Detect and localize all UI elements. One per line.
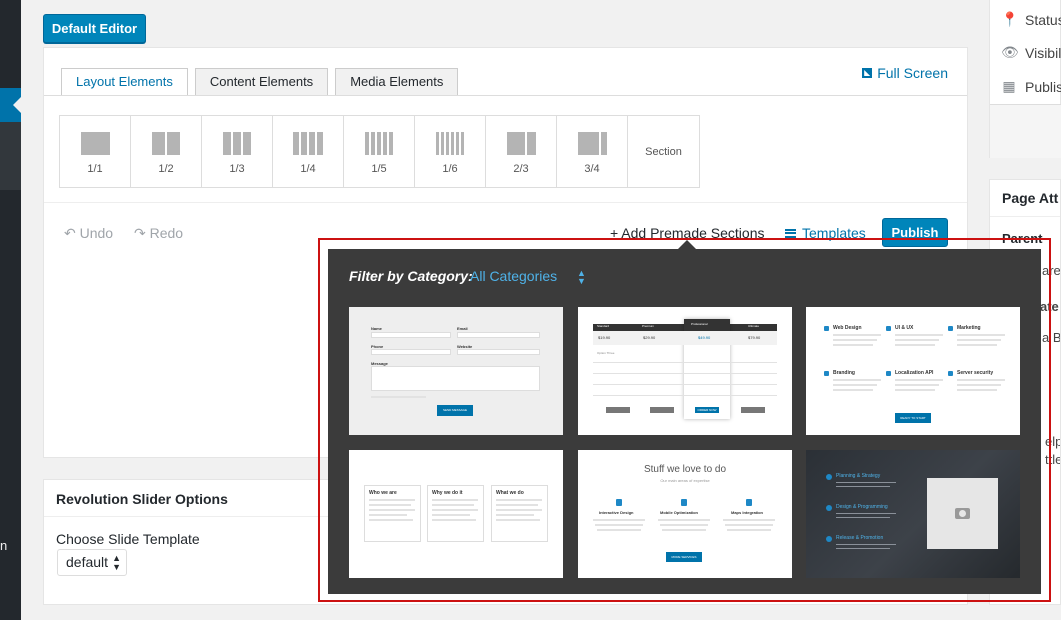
tab-media-elements[interactable]: Media Elements — [335, 68, 459, 96]
layout-label: 1/6 — [442, 163, 458, 175]
toolbar-divider — [44, 202, 967, 203]
layout-label: 1/5 — [371, 163, 387, 175]
publish-box-footer — [990, 104, 1061, 158]
choose-template-label: Choose Slide Template — [56, 531, 200, 547]
fullscreen-icon — [862, 68, 873, 78]
page-attributes-divider — [990, 216, 1060, 217]
pin-icon: 📍 — [1001, 11, 1019, 27]
layout-1-1[interactable]: 1/1 — [60, 116, 131, 187]
undo-icon: ↶ — [64, 225, 80, 241]
redo-button[interactable]: ↷ Redo — [134, 225, 183, 242]
layout-label: 1/4 — [300, 163, 316, 175]
highlight-frame — [318, 238, 1051, 602]
layout-1-6[interactable]: 1/6 — [415, 116, 486, 187]
columns-icon — [293, 132, 323, 155]
sidebar-truncated-label: n — [0, 538, 8, 553]
layout-section[interactable]: Section — [628, 116, 699, 187]
columns-icon — [223, 132, 251, 155]
admin-sidebar: n — [0, 0, 21, 620]
layout-3-4[interactable]: 3/4 — [557, 116, 628, 187]
visibility-row: 👁 Visibil — [1001, 44, 1061, 61]
fullscreen-button[interactable]: Full Screen — [862, 65, 948, 81]
page-attributes-title: Page Att — [1002, 190, 1059, 206]
select-value: default — [66, 554, 109, 570]
default-editor-button[interactable]: Default Editor — [43, 14, 146, 43]
publish-date-label: Publis — [1025, 78, 1061, 95]
sidebar-submenu[interactable] — [0, 122, 21, 190]
select-arrows-icon: ▲ ▼ — [112, 553, 121, 572]
columns-icon — [436, 132, 464, 155]
templates-icon — [785, 228, 796, 238]
tabs-divider — [44, 95, 967, 96]
undo-label: Undo — [79, 225, 114, 241]
layout-label: 3/4 — [584, 163, 600, 175]
redo-label: Redo — [149, 225, 184, 241]
layout-label: 2/3 — [513, 163, 529, 175]
undo-button[interactable]: ↶ Undo — [64, 225, 113, 242]
revolution-title: Revolution Slider Options — [56, 491, 228, 507]
columns-icon — [506, 132, 536, 155]
status-row: 📍 Status — [1001, 11, 1061, 28]
layout-label: 1/2 — [158, 163, 174, 175]
slide-template-select[interactable]: default ▲ ▼ — [57, 549, 127, 576]
publish-date-row: ▦ Publis — [1001, 78, 1061, 95]
layout-1-2[interactable]: 1/2 — [131, 116, 202, 187]
layout-label: 1/3 — [229, 163, 245, 175]
calendar-icon: ▦ — [1002, 78, 1016, 94]
columns-icon — [577, 132, 607, 155]
layout-1-4[interactable]: 1/4 — [273, 116, 344, 187]
layout-1-5[interactable]: 1/5 — [344, 116, 415, 187]
status-label: Status — [1025, 11, 1061, 28]
tab-content-elements[interactable]: Content Elements — [194, 68, 329, 96]
layout-1-3[interactable]: 1/3 — [202, 116, 273, 187]
visibility-label: Visibil — [1025, 44, 1061, 61]
element-tabs: Layout Elements Content Elements Media E… — [61, 68, 465, 96]
layout-2-3[interactable]: 2/3 — [486, 116, 557, 187]
fullscreen-label: Full Screen — [877, 65, 948, 81]
publish-box: 📍 Status 👁 Visibil ▦ Publis — [989, 0, 1061, 158]
eye-icon: 👁 — [1001, 44, 1019, 60]
layout-label: 1/1 — [87, 163, 103, 175]
sidebar-active-arrow — [13, 97, 21, 113]
columns-icon — [80, 132, 110, 155]
columns-icon — [152, 132, 180, 155]
tab-layout-elements[interactable]: Layout Elements — [61, 68, 188, 96]
layout-label: Section — [645, 145, 682, 158]
columns-icon — [365, 132, 393, 155]
redo-icon: ↷ — [134, 225, 150, 241]
layout-elements-grid: 1/1 1/2 1/3 1/4 1/5 1/6 2/3 3/4 Section — [59, 115, 700, 188]
